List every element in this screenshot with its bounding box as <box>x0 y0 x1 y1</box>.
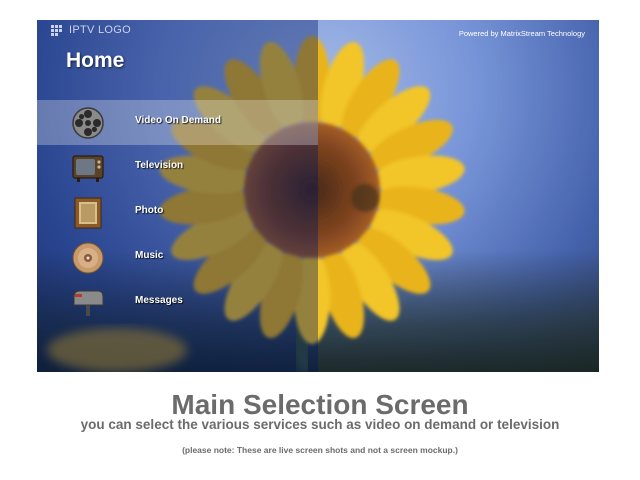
menu-item-label: Television <box>135 160 184 171</box>
caption-note: (please note: These are live screen shot… <box>182 445 458 455</box>
menu-item-label: Photo <box>135 205 164 216</box>
film-reel-icon <box>72 107 104 139</box>
iptv-screen: IPTV LOGO Powered by MatrixStream Techno… <box>37 20 599 372</box>
compact-disc-icon <box>72 242 104 274</box>
main-menu: Video On Demand Television Photo Music M… <box>37 100 318 325</box>
menu-item-photo[interactable]: Photo <box>37 190 318 235</box>
page-title: Home <box>66 49 125 72</box>
right-tint <box>318 20 599 372</box>
menu-item-music[interactable]: Music <box>37 235 318 280</box>
logo-text: IPTV LOGO <box>69 24 131 36</box>
picture-frame-icon <box>74 197 102 229</box>
caption-subtitle: you can select the various services such… <box>80 417 560 432</box>
menu-item-label: Messages <box>135 295 183 306</box>
menu-item-label: Video On Demand <box>135 115 221 126</box>
menu-item-video-on-demand[interactable]: Video On Demand <box>37 100 318 145</box>
menu-item-television[interactable]: Television <box>37 145 318 190</box>
television-icon <box>72 155 104 182</box>
menu-item-label: Music <box>135 250 164 261</box>
menu-item-messages[interactable]: Messages <box>37 280 318 325</box>
iptv-logo: IPTV LOGO <box>51 24 131 36</box>
powered-by-text: Powered by MatrixStream Technology <box>458 29 585 38</box>
mailbox-icon <box>73 290 104 316</box>
logo-mark-icon <box>51 25 65 36</box>
